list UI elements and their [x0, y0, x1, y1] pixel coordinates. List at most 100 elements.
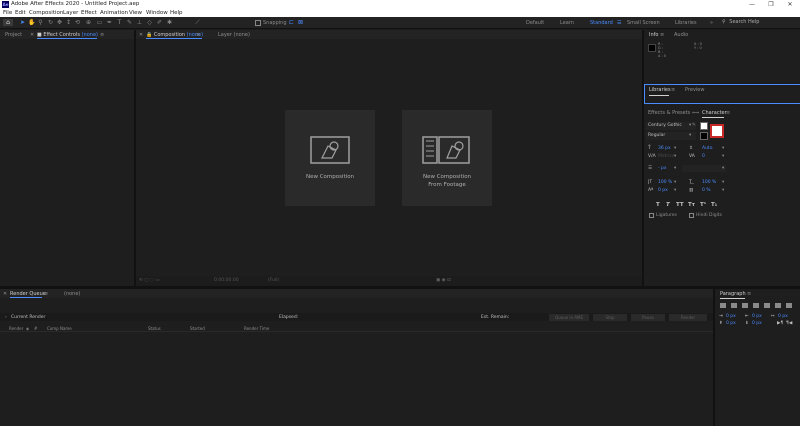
chevron-down-icon[interactable]: ▾: [689, 123, 691, 128]
queue-in-ame-button[interactable]: Queue in AME: [549, 314, 589, 321]
menu-animation[interactable]: Animation: [100, 10, 128, 16]
leading-value[interactable]: Auto: [702, 146, 712, 151]
justify-center-icon[interactable]: [764, 303, 770, 308]
menu-view[interactable]: View: [129, 10, 142, 16]
all-caps-icon[interactable]: TT: [676, 202, 684, 208]
puppet-tool-icon[interactable]: ✱: [166, 19, 173, 26]
selection-tool-icon[interactable]: ➤: [19, 19, 26, 26]
chevron-down-icon[interactable]: ▾: [722, 166, 724, 171]
tab-preview[interactable]: Preview: [685, 87, 704, 93]
panel-menu-icon[interactable]: ≡: [660, 32, 664, 38]
tab-effects-presets[interactable]: Effects & Presets: [648, 110, 690, 116]
roto-brush-tool-icon[interactable]: ✐: [156, 19, 163, 26]
workspace-learn[interactable]: Learn: [560, 20, 574, 26]
stroke-color-swatch[interactable]: [710, 124, 724, 138]
render-queue-none[interactable]: (none): [64, 291, 80, 297]
close-button[interactable]: ✕: [781, 0, 799, 9]
zoom-tool-icon[interactable]: ⚲: [37, 19, 44, 26]
menu-composition[interactable]: Composition: [29, 10, 63, 16]
chevron-down-icon[interactable]: ▾: [722, 180, 724, 185]
maximize-button[interactable]: ❐: [762, 0, 780, 9]
close-icon[interactable]: ✕: [139, 32, 143, 38]
indent-left-value[interactable]: 0 px: [726, 314, 736, 319]
justify-right-icon[interactable]: [775, 303, 781, 308]
workspace-libraries[interactable]: Libraries: [675, 20, 697, 26]
snap-features-icon[interactable]: ⊠: [297, 19, 304, 26]
eraser-tool-icon[interactable]: ◇: [146, 19, 153, 26]
workspace-default[interactable]: Default: [526, 20, 544, 26]
type-tool-icon[interactable]: T: [116, 19, 123, 26]
pen-tool-icon[interactable]: ✒: [106, 19, 113, 26]
clone-stamp-tool-icon[interactable]: ⊥: [136, 19, 143, 26]
justify-left-icon[interactable]: [753, 303, 759, 308]
hand-tool-icon[interactable]: ✋: [28, 19, 35, 26]
snapping-checkbox[interactable]: [255, 20, 261, 26]
space-before-value[interactable]: 0 px: [726, 321, 736, 326]
vertical-scale-value[interactable]: 100 %: [658, 180, 672, 185]
horizontal-scale-value[interactable]: 100 %: [702, 180, 716, 185]
menu-effect[interactable]: Effect: [81, 10, 97, 16]
search-help[interactable]: ⚲ Search Help: [722, 19, 796, 27]
align-icon[interactable]: ⟋: [194, 19, 201, 26]
menu-file[interactable]: File: [3, 10, 12, 16]
pan-behind-tool-icon[interactable]: ⊕: [85, 19, 92, 26]
text-direction-rtl-icon[interactable]: ¶◀: [786, 321, 792, 326]
menu-help[interactable]: Help: [170, 10, 183, 16]
rectangle-tool-icon[interactable]: ▭: [96, 19, 103, 26]
new-composition-from-footage-button[interactable]: New Composition From Footage: [402, 110, 492, 206]
pause-button[interactable]: Pause: [631, 314, 665, 321]
subscript-icon[interactable]: T₁: [711, 202, 717, 208]
workspace-small-screen[interactable]: Small Screen: [627, 20, 660, 26]
magnification-icon[interactable]: ⟲ ▢ ◌ ▭: [139, 278, 160, 283]
workspace-standard[interactable]: Standard: [590, 20, 613, 26]
stroke-style-select[interactable]: [682, 165, 726, 172]
brush-tool-icon[interactable]: ✎: [126, 19, 133, 26]
stroke-width-value[interactable]: - px: [658, 166, 667, 171]
minimize-button[interactable]: —: [743, 0, 761, 9]
panel-menu-icon[interactable]: ≡: [747, 291, 751, 297]
stop-button[interactable]: Stop: [593, 314, 627, 321]
text-direction-ltr-icon[interactable]: ▶¶: [777, 321, 783, 326]
tab-info[interactable]: Info: [649, 32, 658, 38]
justify-all-icon[interactable]: [786, 303, 792, 308]
fill-color-swatch[interactable]: [700, 122, 708, 130]
align-center-icon[interactable]: [731, 303, 737, 308]
more-workspaces-icon[interactable]: »: [710, 20, 713, 26]
menu-window[interactable]: Window: [146, 10, 168, 16]
close-icon[interactable]: ✕: [3, 291, 7, 297]
panel-menu-icon[interactable]: ≡: [671, 87, 675, 93]
close-icon[interactable]: ✕: [30, 32, 34, 38]
panel-menu-icon[interactable]: ≡: [44, 291, 48, 297]
render-button[interactable]: Render: [669, 314, 707, 321]
faux-italic-icon[interactable]: T: [666, 202, 670, 208]
superscript-icon[interactable]: T¹: [700, 202, 706, 208]
faux-bold-icon[interactable]: T: [656, 202, 660, 208]
panel-menu-icon[interactable]: ≡: [726, 110, 730, 116]
menu-edit[interactable]: Edit: [15, 10, 26, 16]
resolution-select[interactable]: (Full): [268, 278, 279, 283]
snap-edges-icon[interactable]: ⊏: [288, 19, 295, 26]
ligatures-checkbox[interactable]: [649, 213, 654, 218]
kerning-value[interactable]: Metrics: [658, 154, 674, 159]
tab-project[interactable]: Project: [5, 32, 22, 38]
pan-tool-icon[interactable]: ✥: [56, 19, 63, 26]
dolly-tool-icon[interactable]: ↕: [65, 19, 72, 26]
panel-menu-icon[interactable]: ≡: [100, 32, 104, 38]
tsume-value[interactable]: 0 %: [702, 188, 711, 193]
chevron-down-icon[interactable]: ▾: [722, 188, 724, 193]
indent-first-value[interactable]: 0 px: [778, 314, 788, 319]
align-left-icon[interactable]: [720, 303, 726, 308]
tab-layer[interactable]: Layer (none): [218, 32, 250, 38]
chevron-down-icon[interactable]: ▾: [722, 146, 724, 151]
chevron-down-icon[interactable]: ▾: [689, 133, 691, 138]
chevron-right-icon[interactable]: ›: [5, 315, 7, 320]
chevron-down-icon[interactable]: ▾: [722, 154, 724, 159]
indent-right-value[interactable]: 0 px: [752, 314, 762, 319]
small-caps-icon[interactable]: Tт: [688, 202, 695, 208]
font-size-value[interactable]: 36 px: [658, 146, 671, 151]
chevron-down-icon[interactable]: ▾: [674, 154, 676, 159]
orbit-tool-icon[interactable]: ↻: [47, 19, 54, 26]
tab-audio[interactable]: Audio: [674, 32, 688, 38]
chevron-down-icon[interactable]: ▾: [674, 188, 676, 193]
camera-icon[interactable]: ▣ ◉ ⊡: [436, 278, 451, 283]
